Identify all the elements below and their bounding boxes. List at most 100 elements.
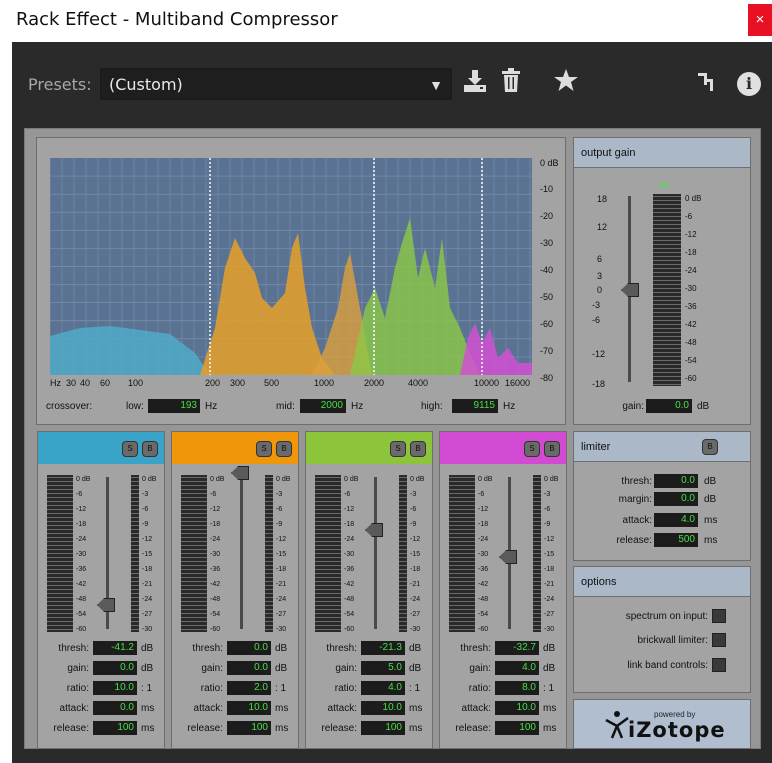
band-1-gain-field[interactable]: 0.0 [93, 661, 137, 675]
band-4-solo-button[interactable]: S [524, 441, 540, 457]
close-button[interactable]: × [748, 4, 772, 36]
band-2-attack-unit: ms [275, 703, 289, 714]
band-3-solo-button[interactable]: S [390, 441, 406, 457]
band-1-release-field[interactable]: 100 [93, 721, 137, 735]
band-meter-scale-label: -36 [478, 566, 489, 573]
band-gr-scale-label: -21 [142, 581, 153, 588]
band-4-release-unit: ms [543, 723, 557, 734]
info-icon[interactable]: i [737, 72, 761, 96]
band-gr-scale-label: -30 [544, 626, 555, 633]
band-2-attack-field[interactable]: 10.0 [227, 701, 271, 715]
band-gr-scale-label: 0 dB [544, 476, 559, 483]
band-2-thresh-field[interactable]: 0.0 [227, 641, 271, 655]
spectrum-on-input-label: spectrum on input: [625, 611, 708, 622]
band-gr-scale-label: -15 [276, 551, 287, 558]
spectrum-graph[interactable] [50, 158, 532, 375]
band-2-solo-button[interactable]: S [256, 441, 272, 457]
save-preset-icon[interactable] [462, 69, 488, 97]
band-1-release-label: release: [53, 723, 89, 734]
hz-tick-label: 2000 [364, 378, 385, 388]
band-3-gain-field[interactable]: 5.0 [361, 661, 405, 675]
band-4-gain-field[interactable]: 4.0 [495, 661, 539, 675]
band-meter-scale-label: -36 [210, 566, 221, 573]
output-meter-scale-label: -12 [685, 230, 697, 239]
output-gain-field[interactable]: 0.0 [646, 399, 692, 413]
band-2-threshold-slider[interactable] [240, 477, 243, 629]
band-4-release-field[interactable]: 100 [495, 721, 539, 735]
band-meter-scale-label: -42 [478, 581, 489, 588]
presets-dropdown[interactable]: (Custom) ▼ [100, 68, 452, 100]
band-meter-scale-label: -24 [478, 536, 489, 543]
output-meter-scale-label: -48 [685, 338, 697, 347]
band-gr-scale-label: -6 [544, 506, 551, 513]
band-2-attack-label: attack: [193, 703, 223, 714]
band-gr-scale-label: 0 dB [276, 476, 291, 483]
trash-icon[interactable] [501, 68, 521, 96]
limiter-thresh-field[interactable]: 0.0 [654, 474, 698, 488]
band-meter-scale-label: -42 [76, 581, 87, 588]
spectrum-on-input-checkbox[interactable] [712, 609, 726, 623]
band-3-bypass-button[interactable]: B [410, 441, 426, 457]
band-3-attack-field[interactable]: 10.0 [361, 701, 405, 715]
band-4-thresh-field[interactable]: -32.7 [495, 641, 539, 655]
high-crossover-field[interactable]: 9115 [452, 399, 498, 413]
band-gr-scale-label: -18 [276, 566, 287, 573]
band-gr-scale-label: -9 [276, 521, 283, 528]
band-gr-scale-label: -6 [276, 506, 283, 513]
band-gr-scale-label: -24 [276, 596, 287, 603]
db-tick-label: -40 [540, 265, 554, 275]
output-meter-peak: -Inf [656, 180, 670, 190]
band-meter-scale-label: -30 [76, 551, 87, 558]
band-2-ratio-field[interactable]: 2.0 [227, 681, 271, 695]
limiter-bypass-button[interactable]: B [702, 439, 718, 455]
brickwall-limiter-checkbox[interactable] [712, 633, 726, 647]
band-2-gain-field[interactable]: 0.0 [227, 661, 271, 675]
band-3-spectrum [350, 218, 480, 375]
limiter-thresh-label: thresh: [621, 476, 652, 487]
band-1-ratio-field[interactable]: 10.0 [93, 681, 137, 695]
band-4-bypass-button[interactable]: B [544, 441, 560, 457]
crossover-label: crossover: [46, 401, 93, 412]
low-crossover-label: low: [126, 401, 144, 412]
db-tick-label: -80 [540, 373, 554, 383]
band-gr-scale-label: -30 [410, 626, 421, 633]
limiter-release-field[interactable]: 500 [654, 533, 698, 547]
band-2-gain-label: gain: [201, 663, 223, 674]
low-crossover-field[interactable]: 193 [148, 399, 200, 413]
band-1-thresh-unit: dB [141, 643, 154, 654]
band-2-thresh-unit: dB [275, 643, 288, 654]
izotope-logo[interactable]: powered by iZotope [573, 699, 751, 749]
band-1-solo-button[interactable]: S [122, 441, 138, 457]
band-1-bypass-button[interactable]: B [142, 441, 158, 457]
link-band-controls-checkbox[interactable] [712, 658, 726, 672]
band-4-attack-field[interactable]: 10.0 [495, 701, 539, 715]
routing-icon[interactable] [698, 73, 716, 95]
band-meter-scale-label: -6 [478, 491, 485, 498]
band-4-thresh-unit: dB [543, 643, 556, 654]
high-crossover-unit: Hz [503, 401, 516, 412]
band-gr-scale-label: -18 [544, 566, 555, 573]
band-4-ratio-label: ratio: [468, 683, 491, 694]
star-icon[interactable] [554, 69, 578, 95]
limiter-margin-field[interactable]: 0.0 [654, 492, 698, 506]
band-3-thresh-unit: dB [409, 643, 422, 654]
band-meter-scale-label: -60 [344, 626, 355, 633]
band-2-release-field[interactable]: 100 [227, 721, 271, 735]
output-gain-scale-label: 0 [597, 285, 603, 295]
mid-crossover-field[interactable]: 2000 [300, 399, 346, 413]
limiter-attack-field[interactable]: 4.0 [654, 513, 698, 527]
band-gr-scale-label: -6 [410, 506, 417, 513]
output-meter-scale-label: -18 [685, 248, 697, 257]
band-3-gain-reduction-meter [399, 475, 407, 632]
band-meter-scale-label: -30 [344, 551, 355, 558]
band-3-release-field[interactable]: 100 [361, 721, 405, 735]
band-1-thresh-field[interactable]: -41.2 [93, 641, 137, 655]
band-3-thresh-field[interactable]: -21.3 [361, 641, 405, 655]
band-4-ratio-field[interactable]: 8.0 [495, 681, 539, 695]
band-3-threshold-slider[interactable] [374, 477, 377, 629]
band-1-attack-field[interactable]: 0.0 [93, 701, 137, 715]
band-3-ratio-field[interactable]: 4.0 [361, 681, 405, 695]
band-2-bypass-button[interactable]: B [276, 441, 292, 457]
band-4-thresh-label: thresh: [460, 643, 491, 654]
window-title: Rack Effect - Multiband Compressor [16, 9, 338, 30]
